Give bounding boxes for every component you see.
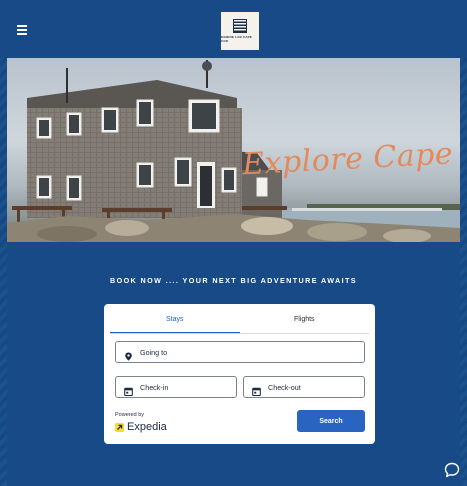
logo-text: MARINE LAB CAPE COD [221,35,253,43]
search-button[interactable]: Search [297,410,365,432]
expedia-name: Expedia [127,421,167,433]
checkin-field[interactable]: Check-in [115,376,237,398]
expedia-logo[interactable]: Expedia [115,421,167,433]
tagline: BOOK NOW .... YOUR NEXT BIG ADVENTURE AW… [109,276,358,285]
destination-field[interactable]: Going to [115,341,365,363]
site-logo[interactable]: MARINE LAB CAPE COD [221,12,259,50]
expedia-arrow-icon [115,422,124,432]
checkin-label: Check-in [140,382,169,392]
tab-flights[interactable]: Flights [240,310,370,333]
booking-tabs: Stays Flights [110,310,369,334]
booking-widget: Stays Flights Going to Check-in Check-ou… [104,304,375,444]
logo-emblem [233,19,247,33]
chat-icon[interactable] [444,462,460,478]
checkout-label: Check-out [268,382,301,392]
frame-pattern-right [460,0,467,486]
top-header: MARINE LAB CAPE COD [0,0,467,58]
frame-pattern-left [0,0,7,486]
powered-by-label: Powered by [115,412,145,418]
calendar-icon [252,383,261,396]
checkout-field[interactable]: Check-out [243,376,365,398]
tab-stays[interactable]: Stays [110,310,240,333]
calendar-icon [124,383,133,396]
destination-label: Going to [140,347,168,357]
menu-icon[interactable] [17,25,27,35]
location-pin-icon [124,348,133,361]
hero-image: Explore Cape Cod [7,58,460,242]
